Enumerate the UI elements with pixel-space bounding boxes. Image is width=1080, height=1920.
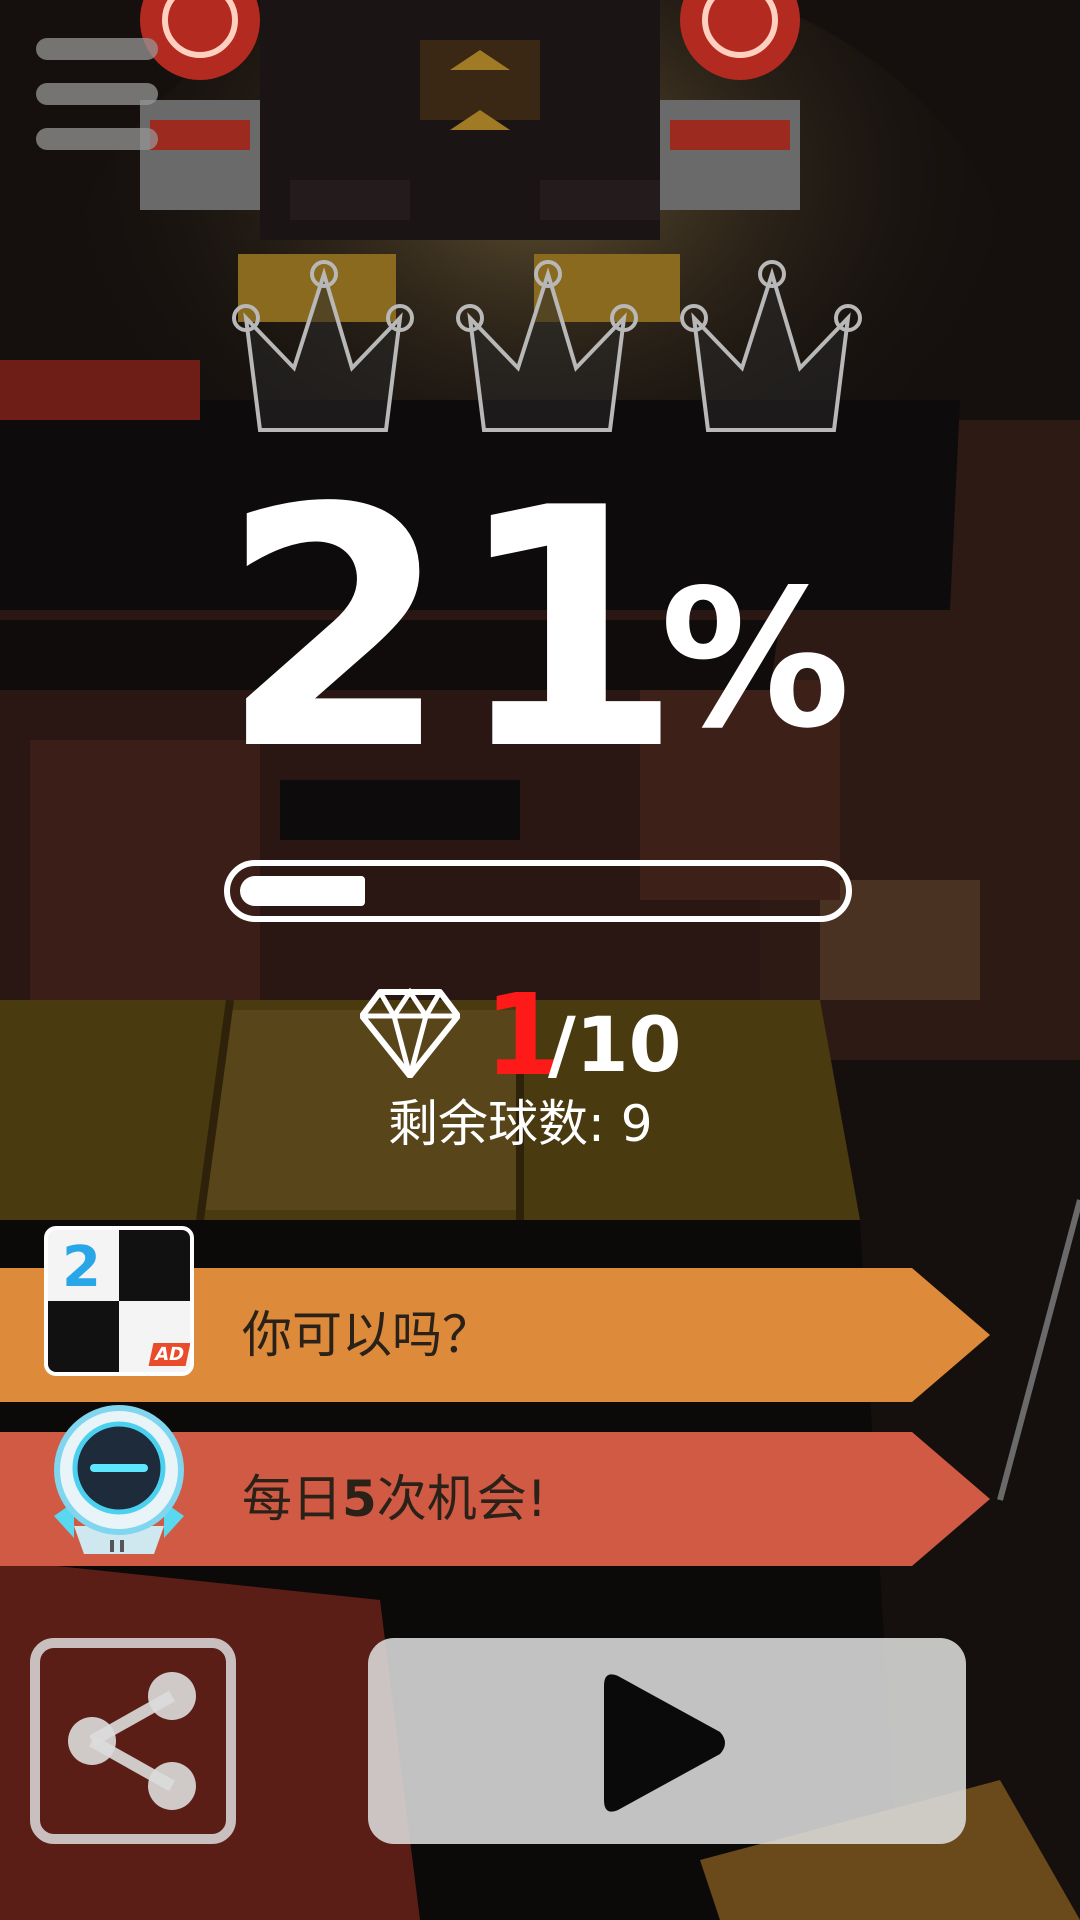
percent-sign: % bbox=[660, 549, 851, 770]
crown-icon bbox=[680, 260, 862, 432]
play-icon bbox=[604, 1674, 725, 1812]
ad-banner-text: 你可以吗？ bbox=[242, 1306, 492, 1364]
level-progress-bar bbox=[224, 860, 852, 922]
crown-icon bbox=[232, 260, 414, 432]
daily-chances-text: 每日5次机会! bbox=[242, 1470, 547, 1528]
menu-button[interactable] bbox=[36, 38, 158, 150]
crown-rating bbox=[232, 260, 862, 432]
progress-percentage: 21 % bbox=[220, 438, 860, 822]
hamburger-menu-icon bbox=[36, 38, 158, 60]
piano-tiles-2-ad-icon[interactable]: 2 AD bbox=[44, 1226, 194, 1376]
ad-badge: AD bbox=[148, 1343, 190, 1366]
ad-icon-number: 2 bbox=[62, 1235, 101, 1300]
gems-total: /10 bbox=[548, 1000, 682, 1089]
robot-helmet-icon[interactable] bbox=[44, 1398, 194, 1558]
play-button[interactable] bbox=[368, 1638, 966, 1844]
percent-value: 21 bbox=[220, 438, 688, 822]
diamond-icon bbox=[360, 988, 460, 1078]
gem-counter: 1 /10 bbox=[360, 980, 760, 1092]
crown-icon bbox=[456, 260, 638, 432]
progress-bar-fill bbox=[240, 876, 365, 906]
remaining-balls: 剩余球数: 9 bbox=[388, 1095, 653, 1153]
share-button[interactable] bbox=[30, 1638, 236, 1844]
share-icon bbox=[68, 1672, 196, 1810]
